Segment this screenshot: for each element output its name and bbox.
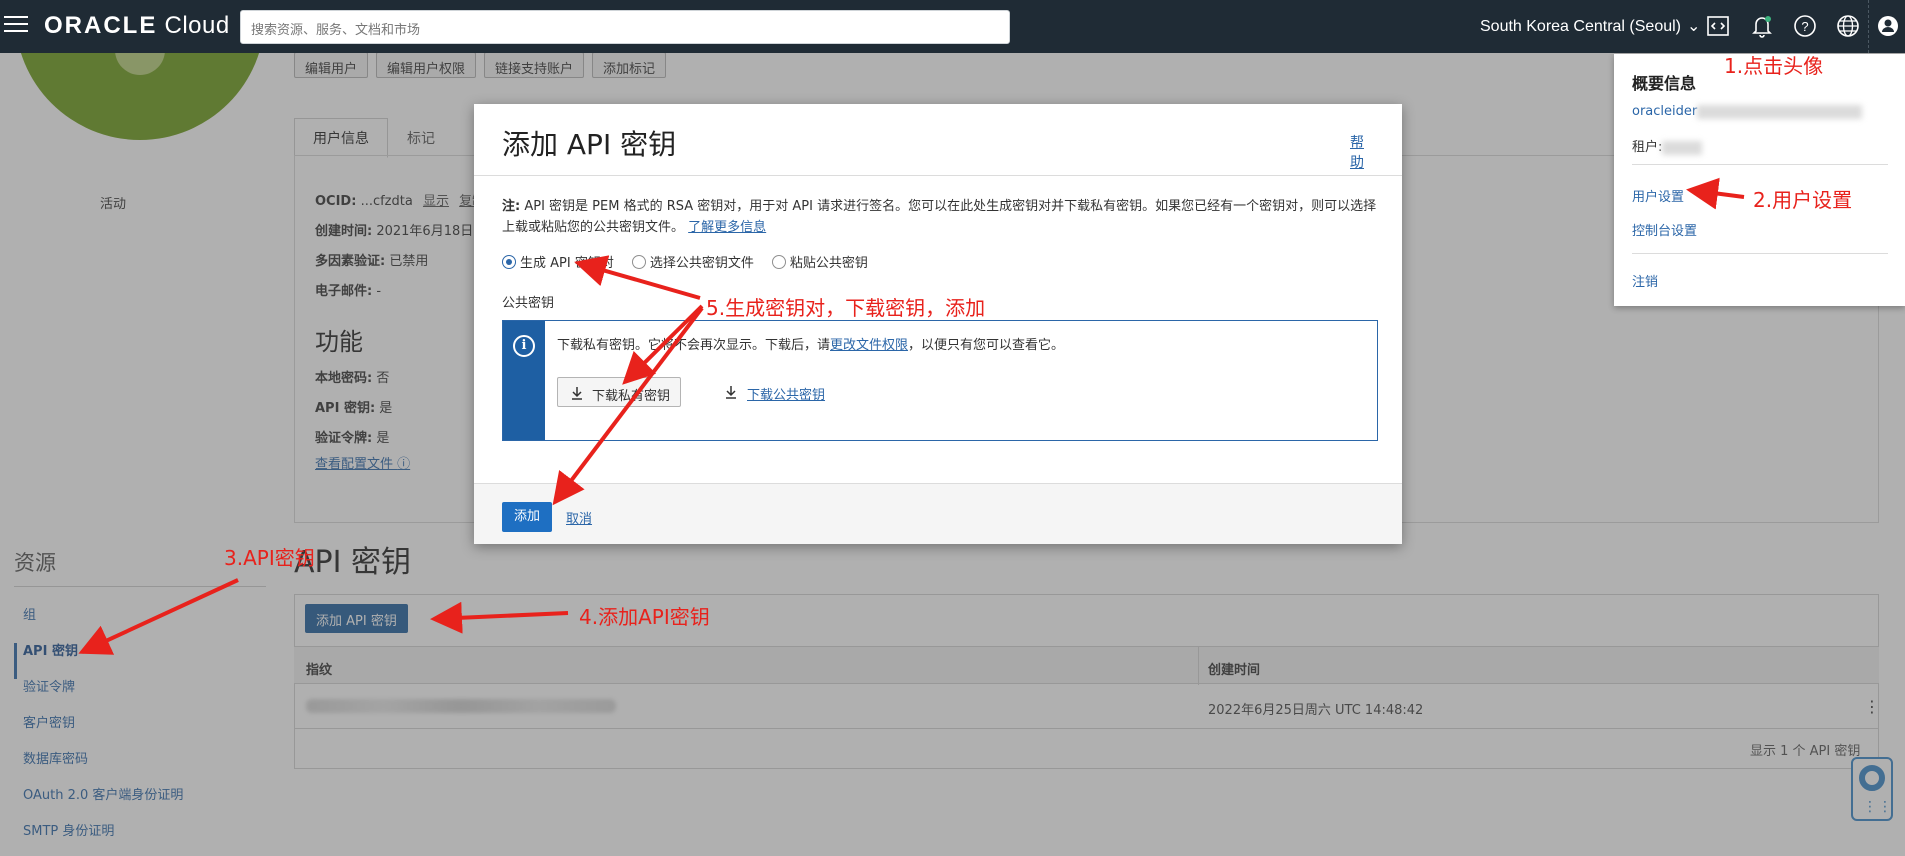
radio-choose-public-key-file[interactable]: 选择公共密钥文件 (631, 252, 754, 271)
download-info-box: i 下载私有密钥。它将不会再次显示。下载后，请更改文件权限，以便只有您可以查看它… (502, 320, 1378, 441)
radio-paste-public-key[interactable]: 粘贴公共密钥 (771, 252, 868, 271)
info-text-b: ，以便只有您可以查看它。 (908, 338, 1065, 353)
download-public-label: 下载公共密钥 (747, 388, 826, 403)
oracle-cloud-logo[interactable]: ORACLE Cloud (44, 12, 230, 40)
chevron-down-icon: ⌄ (1687, 18, 1701, 35)
dialog-footer: 添加 取消 (474, 483, 1402, 544)
profile-title: 概要信息 (1632, 74, 1697, 93)
dialog-note: 注: API 密钥是 PEM 格式的 RSA 密钥对，用于对 API 请求进行签… (502, 196, 1378, 238)
radio-unselected-icon (631, 254, 646, 269)
radio-unselected-icon (771, 254, 786, 269)
radio-label: 生成 API 密钥对 (520, 256, 614, 271)
profile-divider (1632, 164, 1888, 165)
profile-username-link[interactable]: oracleider (1632, 104, 1863, 119)
profile-divider-2 (1632, 253, 1888, 254)
profile-dropdown: 概要信息 oracleider 租户: 用户设置 控制台设置 注销 (1614, 54, 1905, 306)
tenant-row[interactable]: 租户: (1632, 136, 1703, 155)
user-settings-link[interactable]: 用户设置 (1632, 186, 1684, 205)
top-navigation-bar: ORACLE Cloud 搜索资源、服务、文档和市场 South Korea C… (0, 0, 1905, 53)
radio-generate-key-pair[interactable]: 生成 API 密钥对 (502, 252, 614, 271)
radio-label: 粘贴公共密钥 (789, 256, 868, 271)
logo-product: Cloud (164, 12, 230, 39)
tenant-redacted (1662, 140, 1703, 155)
annotation-step5: 5.生成密钥对，下载密钥，添加 (706, 296, 986, 320)
annotation-step3: 3.API密钥 (224, 546, 315, 570)
svg-text:?: ? (1801, 19, 1808, 34)
radio-label: 选择公共密钥文件 (649, 256, 754, 271)
nav-divider (1868, 0, 1869, 53)
tenant-label: 租户: (1632, 140, 1663, 155)
annotation-step2: 2.用户设置 (1753, 188, 1853, 212)
globe-icon[interactable] (1834, 12, 1862, 40)
add-api-key-dialog: 添加 API 密钥 帮助 注: API 密钥是 PEM 格式的 RSA 密钥对，… (474, 104, 1402, 544)
learn-more-link[interactable]: 了解更多信息 (688, 220, 766, 235)
dialog-header: 添加 API 密钥 帮助 (474, 104, 1402, 176)
user-avatar-icon[interactable] (1874, 12, 1902, 40)
cancel-link[interactable]: 取消 (566, 508, 592, 527)
download-public-key-link[interactable]: 下载公共密钥 (723, 384, 825, 403)
note-text: API 密钥是 PEM 格式的 RSA 密钥对，用于对 API 请求进行签名。您… (502, 199, 1377, 235)
info-icon: i (513, 335, 535, 357)
username-redacted (1697, 104, 1863, 119)
download-private-key-button[interactable]: 下载私有密钥 (557, 377, 682, 407)
public-key-label: 公共密钥 (502, 296, 555, 311)
note-label: 注: (502, 199, 521, 214)
annotation-step1: 1.点击头像 (1724, 54, 1824, 78)
radio-selected-icon (502, 254, 516, 269)
logo-brand: ORACLE (44, 12, 158, 39)
info-bar: i (503, 321, 545, 440)
region-label: South Korea Central (Seoul) (1480, 18, 1681, 35)
bell-icon[interactable] (1748, 12, 1776, 40)
menu-icon[interactable] (4, 16, 28, 36)
download-info-text: 下载私有密钥。它将不会再次显示。下载后，请更改文件权限，以便只有您可以查看它。 (557, 334, 1064, 353)
change-permissions-link[interactable]: 更改文件权限 (830, 338, 908, 353)
annotation-step4: 4.添加API密钥 (579, 605, 710, 629)
console-settings-link[interactable]: 控制台设置 (1632, 220, 1697, 239)
code-editor-icon[interactable] (1704, 12, 1732, 40)
download-icon (572, 387, 582, 400)
download-icon (726, 386, 736, 399)
dialog-title: 添加 API 密钥 (502, 128, 677, 161)
search-input[interactable]: 搜索资源、服务、文档和市场 (240, 10, 1010, 44)
download-private-label: 下载私有密钥 (592, 389, 671, 404)
profile-username: oracleider (1632, 104, 1698, 119)
region-selector[interactable]: South Korea Central (Seoul) ⌄ (1480, 16, 1700, 36)
sign-out-link[interactable]: 注销 (1632, 271, 1658, 290)
help-icon[interactable]: ? (1791, 12, 1819, 40)
help-link[interactable]: 帮助 (1350, 132, 1376, 172)
info-text-a: 下载私有密钥。它将不会再次显示。下载后，请 (557, 338, 831, 353)
key-source-radio-group: 生成 API 密钥对 选择公共密钥文件 粘贴公共密钥 (502, 252, 868, 271)
add-button[interactable]: 添加 (502, 502, 552, 532)
